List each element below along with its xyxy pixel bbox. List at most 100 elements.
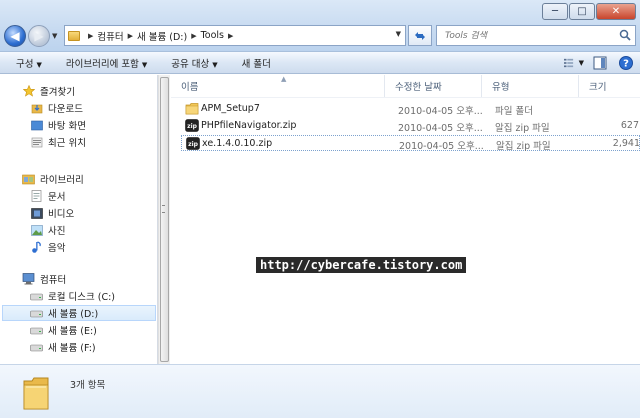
search-box[interactable] [436, 25, 636, 46]
sidebar-item-downloads[interactable]: 다운로드 [30, 100, 83, 116]
sidebar-item-recent-places[interactable]: 최근 위치 [30, 134, 86, 150]
documents-icon [30, 190, 43, 202]
search-icon[interactable] [619, 29, 631, 41]
sidebar-header-label: 라이브러리 [40, 175, 84, 186]
search-input[interactable] [445, 30, 615, 41]
address-bar[interactable]: ▶ 컴퓨터 ▶ 새 볼륨 (D:) ▶ Tools ▶ ▼ [64, 25, 406, 46]
sidebar-item-label: 바탕 화면 [48, 121, 86, 132]
sidebar-header-computer[interactable]: 컴퓨터 [22, 271, 66, 287]
column-header-size[interactable]: 크기 [579, 75, 640, 97]
sidebar-item-label: 새 볼륨 (D:) [48, 309, 99, 320]
column-header-type[interactable]: 유형 [482, 75, 579, 97]
file-row[interactable]: APM_Setup7 2010-04-05 오후... 파일 폴더 [181, 101, 640, 117]
breadcrumb-tools[interactable]: Tools [201, 30, 224, 41]
sidebar-item-label: 음악 [48, 243, 66, 254]
recent-places-icon [30, 136, 43, 148]
column-header-date[interactable]: 수정한 날짜 [385, 75, 482, 97]
header-divider [171, 97, 640, 98]
folder-icon [23, 377, 49, 410]
minimize-button[interactable]: ─ [542, 3, 568, 20]
breadcrumb-separator[interactable]: ▶ [88, 32, 93, 40]
sidebar-item-desktop[interactable]: 바탕 화면 [30, 117, 86, 133]
watermark-text: http://cybercafe.tistory.com [256, 257, 467, 273]
breadcrumb-separator[interactable]: ▶ [128, 32, 133, 40]
file-date: 2010-04-05 오후... [399, 141, 484, 152]
breadcrumb-separator[interactable]: ▶ [191, 32, 196, 40]
breadcrumb-separator[interactable]: ▶ [228, 32, 233, 40]
organize-label: 구성 [16, 58, 34, 70]
organize-button[interactable]: 구성 ▼ [0, 56, 54, 70]
drive-icon [30, 307, 43, 319]
computer-icon [22, 273, 35, 285]
column-header-label: 이름 [181, 82, 199, 93]
video-icon [30, 207, 43, 219]
include-library-label: 라이브러리에 포함 [65, 58, 139, 70]
svg-text:zip: zip [187, 123, 198, 130]
window-controls: ─ □ ✕ [541, 3, 636, 20]
sort-ascending-icon: ▲ [281, 75, 287, 83]
zip-file-icon: zip [185, 119, 199, 132]
maximize-button[interactable]: □ [569, 3, 595, 20]
chevron-down-icon: ▼ [141, 60, 148, 69]
recent-pages-dropdown[interactable]: ▼ [52, 32, 62, 40]
item-count: 3개 항목 [70, 380, 106, 391]
file-size: 627 [620, 120, 639, 131]
music-note-icon [30, 241, 43, 253]
desktop-icon [30, 119, 43, 131]
breadcrumb-volume-d[interactable]: 새 볼륨 (D:) [137, 29, 187, 43]
sidebar-item-pictures[interactable]: 사진 [30, 222, 65, 238]
help-button[interactable]: ? [616, 54, 636, 72]
column-header-name[interactable]: 이름 ▲ [171, 75, 385, 97]
scrollbar-thumb[interactable] [160, 77, 169, 362]
column-header-label: 유형 [492, 82, 510, 93]
new-folder-button[interactable]: 새 폴더 [230, 56, 283, 70]
sidebar-item-label: 다운로드 [48, 104, 83, 115]
drive-icon [30, 290, 43, 302]
include-library-button[interactable]: 라이브러리에 포함 ▼ [54, 56, 159, 70]
file-type: 알집 zip 파일 [496, 141, 551, 152]
folder-icon [68, 30, 80, 41]
sidebar-item-documents[interactable]: 문서 [30, 188, 65, 204]
sidebar-item-videos[interactable]: 비디오 [30, 205, 74, 221]
sidebar-header-favorites[interactable]: 즐겨찾기 [22, 83, 75, 99]
sidebar-item-music[interactable]: 음악 [30, 239, 65, 255]
help-icon: ? [619, 56, 633, 70]
file-type: 파일 폴더 [495, 106, 533, 117]
preview-pane-button[interactable] [590, 54, 610, 72]
file-row[interactable]: zip PHPfileNavigator.zip 2010-04-05 오후..… [181, 118, 640, 134]
zip-file-icon: zip [186, 137, 200, 150]
sidebar-item-drive-e[interactable]: 새 볼륨 (E:) [30, 322, 97, 338]
navigation-scrollbar[interactable] [158, 75, 170, 364]
file-row[interactable]: zip xe.1.4.0.10.zip 2010-04-05 오후... 알집 … [181, 135, 640, 152]
sidebar-header-label: 즐겨찾기 [40, 87, 75, 98]
change-view-button[interactable]: ▼ [564, 54, 584, 72]
close-button[interactable]: ✕ [596, 3, 636, 20]
address-dropdown[interactable]: ▼ [396, 30, 401, 38]
file-type: 알집 zip 파일 [495, 123, 550, 134]
file-date: 2010-04-05 오후... [398, 123, 483, 134]
sidebar-item-label: 새 볼륨 (E:) [48, 326, 97, 337]
library-icon [22, 173, 35, 185]
sidebar-item-drive-c[interactable]: 로컬 디스크 (C:) [30, 288, 115, 304]
nav-buttons: ◀ ▶ ▼ [4, 25, 62, 47]
folder-icon [185, 103, 199, 115]
downloads-folder-icon [30, 102, 43, 114]
refresh-button[interactable] [408, 25, 432, 46]
sidebar-item-drive-f[interactable]: 새 볼륨 (F:) [30, 339, 96, 355]
sidebar-header-libraries[interactable]: 라이브러리 [22, 171, 84, 187]
sidebar-item-label: 비디오 [48, 209, 75, 220]
sidebar-item-label: 문서 [48, 192, 66, 203]
back-button[interactable]: ◀ [4, 25, 26, 47]
breadcrumb-computer[interactable]: 컴퓨터 [97, 29, 123, 43]
file-date: 2010-04-05 오후... [398, 106, 483, 117]
chevron-down-icon: ▼ [36, 60, 42, 69]
forward-button[interactable]: ▶ [28, 25, 50, 47]
sidebar-item-label: 로컬 디스크 (C:) [48, 292, 115, 303]
svg-text:zip: zip [188, 141, 199, 148]
drive-icon [30, 324, 43, 336]
share-with-button[interactable]: 공유 대상 ▼ [159, 56, 229, 70]
sidebar-item-drive-d[interactable]: 새 볼륨 (D:) [2, 305, 156, 321]
new-folder-label: 새 폴더 [241, 58, 271, 70]
drive-icon [30, 341, 43, 353]
chevron-down-icon: ▼ [578, 59, 584, 67]
